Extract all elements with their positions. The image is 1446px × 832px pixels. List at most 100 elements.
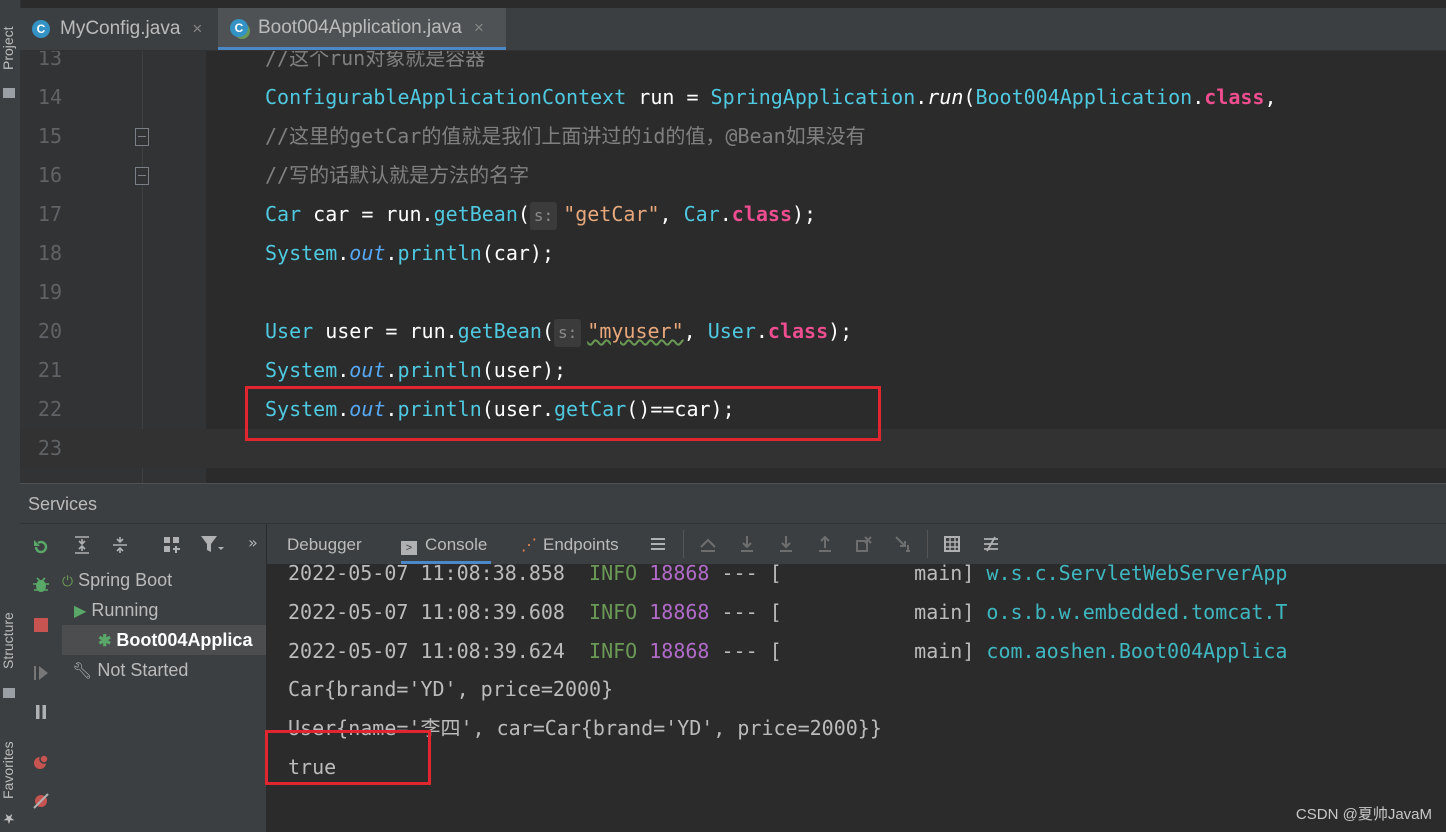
tree-item-not-started[interactable]: 🔧︎ Not Started bbox=[62, 655, 266, 685]
favorites-tool-tab[interactable]: Favorites bbox=[0, 730, 20, 810]
tab-boot004application[interactable]: C Boot004Application.java × bbox=[218, 8, 506, 50]
tree-item-label: Not Started bbox=[97, 660, 189, 680]
spring-boot-class-icon: C bbox=[230, 18, 248, 37]
code-line[interactable]: 13 //这个run对象就是容器 bbox=[20, 51, 1446, 78]
tab-label: Debugger bbox=[287, 535, 362, 554]
services-action-bar bbox=[20, 524, 62, 832]
log-segment: 18868 bbox=[649, 564, 710, 585]
line-number: 18 bbox=[37, 241, 62, 265]
run-to-cursor-icon[interactable] bbox=[894, 535, 912, 553]
project-tool-tab[interactable]: Project bbox=[0, 18, 20, 78]
tab-endpoints[interactable]: ⋰ Endpoints bbox=[521, 524, 619, 564]
log-segment: --- [ main] bbox=[709, 600, 987, 624]
code-token: User bbox=[265, 319, 314, 343]
mute-breakpoints-icon[interactable] bbox=[32, 792, 50, 810]
tree-item-spring-boot[interactable]: ⏻ Spring Boot bbox=[62, 565, 266, 595]
code-line[interactable]: 14 ConfigurableApplicationContext run = S… bbox=[20, 78, 1446, 117]
code-token: "myuser" bbox=[587, 319, 684, 343]
star-icon: ★ bbox=[0, 810, 16, 826]
code-text: //这个run对象就是容器 bbox=[265, 51, 485, 78]
console-log-line: 2022-05-07 11:08:38.858 INFO 18868 --- [… bbox=[288, 564, 1287, 593]
code-text: //写的话默认就是方法的名字 bbox=[265, 156, 529, 195]
spring-boot-icon: ⏻ bbox=[62, 573, 74, 589]
tab-myconfig[interactable]: C MyConfig.java × bbox=[20, 8, 218, 50]
class-icon: C bbox=[32, 20, 50, 38]
tab-label: Boot004Application.java bbox=[258, 16, 462, 38]
editor-tab-bar: C MyConfig.java × C Boot004Application.j… bbox=[20, 8, 1446, 51]
code-token: ( bbox=[963, 85, 976, 109]
code-token: out bbox=[349, 241, 386, 265]
step-into-icon[interactable] bbox=[777, 535, 795, 553]
code-line[interactable]: 19 bbox=[20, 273, 1446, 312]
group-by-icon[interactable] bbox=[162, 535, 182, 555]
step-out-icon[interactable] bbox=[816, 535, 834, 553]
tab-debugger[interactable]: Debugger bbox=[287, 524, 362, 564]
tab-console[interactable]: > Console bbox=[401, 524, 492, 564]
code-line[interactable]: 16 //写的话默认就是方法的名字 bbox=[20, 156, 1446, 195]
parameter-hint: s: bbox=[554, 319, 582, 347]
filter-icon[interactable] bbox=[200, 535, 224, 555]
rerun-icon[interactable] bbox=[32, 538, 50, 556]
fold-marker-icon[interactable] bbox=[135, 167, 149, 185]
trace-icon[interactable] bbox=[982, 535, 1000, 553]
tree-item-label: Running bbox=[91, 600, 159, 620]
console-output[interactable]: 2022-05-07 11:08:38.858 INFO 18868 --- [… bbox=[267, 564, 1446, 832]
code-line[interactable]: 21 System.out.println(user); bbox=[20, 351, 1446, 390]
run-arrow-icon: ▶ bbox=[74, 603, 87, 620]
line-number: 14 bbox=[37, 85, 62, 109]
line-number: 17 bbox=[37, 202, 62, 226]
drop-frame-icon[interactable] bbox=[855, 535, 873, 553]
structure-tool-tab[interactable]: Structure bbox=[0, 600, 20, 682]
show-execution-point-icon[interactable] bbox=[699, 535, 717, 553]
collapse-all-icon[interactable] bbox=[110, 535, 130, 555]
line-number: 19 bbox=[37, 280, 62, 304]
code-token: . bbox=[719, 202, 732, 226]
code-token: SpringApplication bbox=[710, 85, 916, 109]
code-token: println bbox=[397, 241, 482, 265]
code-token: Car bbox=[683, 202, 720, 226]
view-breakpoints-icon[interactable] bbox=[32, 753, 50, 771]
log-segment: INFO bbox=[589, 564, 638, 585]
step-over-icon[interactable] bbox=[738, 535, 756, 553]
code-line[interactable]: 18 System.out.println(car); bbox=[20, 234, 1446, 273]
fold-marker-icon[interactable] bbox=[135, 128, 149, 146]
close-icon[interactable]: × bbox=[192, 19, 202, 39]
tree-item-label: Spring Boot bbox=[78, 570, 173, 590]
more-icon[interactable]: » bbox=[248, 533, 258, 552]
menu-icon[interactable] bbox=[649, 535, 667, 553]
tab-label: Endpoints bbox=[543, 535, 619, 554]
code-token: . bbox=[337, 241, 350, 265]
code-line[interactable]: 15 //这里的getCar的值就是我们上面讲过的id的值，@Bean如果没有 bbox=[20, 117, 1446, 156]
step-icon[interactable] bbox=[32, 664, 50, 682]
log-segment: 18868 bbox=[649, 639, 710, 663]
expand-all-icon[interactable] bbox=[72, 535, 92, 555]
log-segment: 18868 bbox=[649, 600, 710, 624]
toolbar-separator bbox=[927, 530, 928, 558]
debug-icon[interactable] bbox=[32, 576, 50, 594]
folder-icon bbox=[3, 88, 15, 98]
close-icon[interactable]: × bbox=[474, 18, 484, 38]
code-text: System.out.println(user); bbox=[265, 351, 566, 390]
code-token: class bbox=[1204, 85, 1265, 109]
log-segment bbox=[637, 639, 649, 663]
code-text: //这里的getCar的值就是我们上面讲过的id的值，@Bean如果没有 bbox=[265, 117, 866, 156]
code-token: ( bbox=[517, 202, 530, 226]
log-segment: 2022-05-07 11:08:39.608 bbox=[288, 600, 590, 624]
code-token: //这个run对象就是容器 bbox=[265, 51, 486, 70]
code-line[interactable]: 17 Car car = run.getBean(s: "getCar", Car.… bbox=[20, 195, 1446, 234]
code-token: //写的话默认就是方法的名字 bbox=[265, 163, 530, 187]
code-token: System bbox=[265, 241, 338, 265]
tree-item-boot004application[interactable]: ✱ Boot004Applica bbox=[62, 625, 266, 655]
stop-icon[interactable] bbox=[32, 616, 50, 634]
code-line[interactable]: 20 User user = run.getBean(s: "myuser", Us… bbox=[20, 312, 1446, 351]
log-segment: --- [ main] bbox=[709, 564, 987, 585]
code-token: . bbox=[755, 319, 768, 343]
highlight-box-output bbox=[265, 730, 431, 785]
code-token: (car); bbox=[481, 241, 555, 265]
code-text: System.out.println(car); bbox=[265, 234, 554, 273]
evaluate-expression-icon[interactable] bbox=[943, 535, 961, 553]
code-token: (user); bbox=[481, 358, 567, 382]
code-token: class bbox=[731, 202, 792, 226]
tree-item-running[interactable]: ▶ Running bbox=[62, 595, 266, 625]
pause-icon[interactable] bbox=[32, 703, 50, 721]
